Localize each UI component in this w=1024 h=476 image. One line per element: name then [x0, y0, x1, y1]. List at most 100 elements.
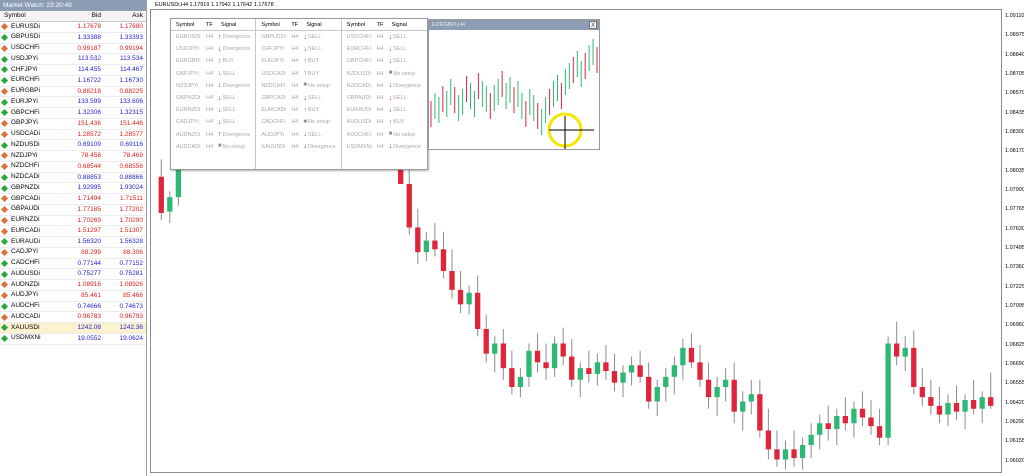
col-ask-header[interactable]: Ask — [104, 11, 146, 21]
col-symbol-header[interactable]: Symbol — [0, 11, 62, 21]
signal-row[interactable]: GBPNZDi H4 ↓ SELL — [171, 92, 255, 104]
close-button[interactable]: X — [589, 21, 597, 29]
signal-row[interactable]: AUDJPYi H4 ↓ SELL — [256, 129, 340, 141]
price-tick-label: 1.06555 — [1005, 380, 1024, 387]
mini-chart-plot[interactable] — [429, 30, 599, 149]
market-watch-row[interactable]: EURNZDi 1.70269 1.70290 — [0, 216, 146, 227]
market-watch-row[interactable]: GBPCHFi 1.32306 1.32315 — [0, 108, 146, 119]
signal-row[interactable]: GBPUSDi H4 ↓ SELL — [256, 31, 340, 43]
signal-row[interactable]: USDCADi H4 ↑ BUY — [256, 68, 340, 80]
ask-cell: 0.96793 — [119, 313, 144, 321]
signal-row[interactable]: GBPAUDi H4 ↓ SELL — [342, 92, 427, 104]
market-watch-row[interactable]: NZDUSDi 0.69109 0.69116 — [0, 140, 146, 151]
signal-row[interactable]: EURJPYi H4 ↑ BUY — [256, 55, 340, 67]
market-watch-row[interactable]: EURCHFi 1.16722 1.16730 — [0, 76, 146, 87]
price-tick-label: 1.06690 — [1005, 361, 1024, 367]
signal-row[interactable]: GBPJPYi H4 ↓ SELL — [171, 68, 255, 80]
signal-row[interactable]: GBPCHFi H4 ↓ SELL — [342, 55, 427, 67]
market-watch-row[interactable]: USDCADi 1.28572 1.28577 — [0, 130, 146, 141]
market-watch-row[interactable]: USDCHFi 0.99187 0.99194 — [0, 44, 146, 55]
signal-row[interactable]: NZDJPYi H4 ↓ Divergence — [171, 80, 255, 92]
signal-column-header: Symbol TF Signal — [341, 19, 427, 31]
candle — [637, 350, 643, 383]
market-watch-row[interactable]: GBPUSDi 1.33388 1.33393 — [0, 33, 146, 44]
price-scale[interactable]: 1.09110 1.08975 1.08840 1.08705 1.08570 1.084… — [1002, 9, 1024, 473]
mini-chart-title[interactable]: EURGBPi,H4 X — [429, 20, 599, 30]
bid-cell: 1.28572 — [77, 130, 102, 138]
bearish-candle-body — [509, 368, 515, 387]
no-setup-square-icon: ■ — [303, 82, 307, 89]
signal-row[interactable]: AUDUSDi H4 ↑ BUY — [342, 116, 427, 128]
signal-row[interactable]: EURAUDi H4 ↓ SELL — [342, 104, 427, 116]
col-bid-header[interactable]: Bid — [62, 11, 104, 21]
market-watch-row[interactable]: GBPNZDi 1.92995 1.93024 — [0, 183, 146, 194]
market-watch-title[interactable]: Market Watch: 23:20:49 — [0, 0, 146, 11]
bearish-candle-body — [791, 449, 797, 459]
market-watch-row[interactable]: EURCADi 1.51297 1.51307 — [0, 226, 146, 237]
bid-cell: 19.0552 — [77, 334, 102, 342]
signal-row[interactable]: GBPCADi H4 ↓ SELL — [256, 92, 340, 104]
signal-row[interactable]: AUDCADi H4 ■ No setup — [171, 141, 255, 153]
price-tick-label: 1.07225 — [1005, 283, 1024, 290]
market-watch-row[interactable]: AUDNZDi 1.08916 1.08926 — [0, 280, 146, 291]
market-watch-row[interactable]: EURUSDi 1.17678 1.17680 — [0, 22, 146, 33]
market-watch-row[interactable]: NZDJPYi 78.458 78.469 — [0, 151, 146, 162]
signal-row[interactable]: CADJPYi H4 ↓ SELL — [171, 116, 255, 128]
signal-row[interactable]: EURGBPi H4 ↑ BUY — [171, 55, 255, 67]
market-watch-row[interactable]: EURGBPi 0.88218 0.88225 — [0, 87, 146, 98]
market-watch-row[interactable]: CADJPYi 88.299 88.306 — [0, 248, 146, 259]
signal-value: ■ No setup — [389, 68, 427, 80]
symbol-cell: EURCHFi — [0, 76, 62, 86]
signal-row[interactable]: USDCHFi H4 ↓ SELL — [342, 31, 427, 43]
market-watch-row[interactable]: CHFJPYi 114.455 114.467 — [0, 65, 146, 76]
symbol-name: NZDCHFi — [11, 162, 40, 170]
signal-row[interactable]: NZDUSDi H4 ■ No setup — [342, 68, 427, 80]
market-watch-row[interactable]: GBPAUDi 1.77185 1.77202 — [0, 205, 146, 216]
signal-timeframe: H4 — [291, 143, 299, 150]
signal-timeframe: H4 — [376, 131, 384, 138]
market-watch-row[interactable]: AUDCADi 0.96783 0.96793 — [0, 312, 146, 323]
buy-arrow-icon: ↑ — [303, 106, 307, 114]
signal-row[interactable]: NZDCHFi H4 ■ No setup — [256, 80, 340, 92]
market-watch-row[interactable]: GBPJPYi 151.436 151.446 — [0, 119, 146, 130]
candle — [509, 350, 515, 395]
signal-row[interactable]: USDJPYi H4 ↓ Divergence — [171, 43, 255, 55]
market-watch-row[interactable]: USDMXNi 19.0552 19.0624 — [0, 334, 146, 345]
market-watch-row[interactable]: NZDCADi 0.88853 0.88866 — [0, 173, 146, 184]
bid-cell: 1.16722 — [77, 76, 102, 84]
bid-cell: 1.77185 — [77, 205, 102, 213]
market-watch-row[interactable]: EURJPYi 133.599 133.606 — [0, 97, 146, 108]
candle — [945, 394, 951, 427]
market-watch-row[interactable]: GBPCADi 1.71494 1.71511 — [0, 194, 146, 205]
mini-chart-window[interactable]: EURGBPi,H4 X — [428, 19, 600, 150]
signal-value: ↑ BUY — [303, 104, 340, 116]
signal-row[interactable]: AUDNZDi H4 ↑ Divergence — [171, 129, 255, 141]
symbol-name: GBPUSDi — [11, 33, 40, 41]
signal-value: ■ No setup — [389, 129, 427, 141]
price-tick-label: 1.09110 — [1005, 13, 1024, 19]
market-watch-row[interactable]: XAUUSDi 1242.08 1242.36 — [0, 323, 146, 334]
signal-row[interactable]: XAUUSDi H4 ↓ Divergence — [256, 141, 340, 153]
bearish-candle-body — [543, 362, 549, 369]
market-watch-row[interactable]: USDJPYi 113.532 113.534 — [0, 54, 146, 65]
signal-row[interactable]: USDMXNi H4 ↓ Divergence — [342, 141, 427, 153]
bid-cell: 1.32306 — [77, 109, 102, 116]
signal-row[interactable]: NZDCADi H4 ↓ Divergence — [342, 80, 427, 92]
signal-row[interactable]: EURNZDi H4 ↓ SELL — [171, 104, 255, 116]
signal-symbol: CADCHFi — [261, 119, 286, 126]
signal-value: ↓ SELL — [218, 116, 255, 128]
market-watch-row[interactable]: EURAUDi 1.56320 1.56328 — [0, 237, 146, 248]
market-watch-row[interactable]: CADCHFi 0.77144 0.77152 — [0, 259, 146, 270]
signal-row[interactable]: EURCADi H4 ↑ BUY — [256, 104, 340, 116]
signal-row[interactable]: EURCHFi H4 ↓ SELL — [342, 43, 427, 55]
signal-row[interactable]: AUDCHFi H4 ■ No setup — [342, 129, 427, 141]
signal-row[interactable]: CADCHFi H4 ■ No setup — [256, 116, 340, 128]
market-watch-row[interactable]: AUDCHFi 0.74666 0.74673 — [0, 302, 146, 313]
signal-row[interactable]: EURUSDi H4 ↑ Divergence — [171, 31, 255, 43]
market-watch-row[interactable]: AUDJPYi 85.461 85.468 — [0, 291, 146, 302]
symbol-name: AUDUSDi — [11, 269, 40, 277]
symbol-diamond-icon — [0, 270, 9, 278]
signal-row[interactable]: CHFJPYi H4 ↓ SELL — [256, 43, 340, 55]
market-watch-row[interactable]: NZDCHFi 0.68544 0.68556 — [0, 162, 146, 173]
market-watch-row[interactable]: AUDUSDi 0.75277 0.75281 — [0, 269, 146, 280]
